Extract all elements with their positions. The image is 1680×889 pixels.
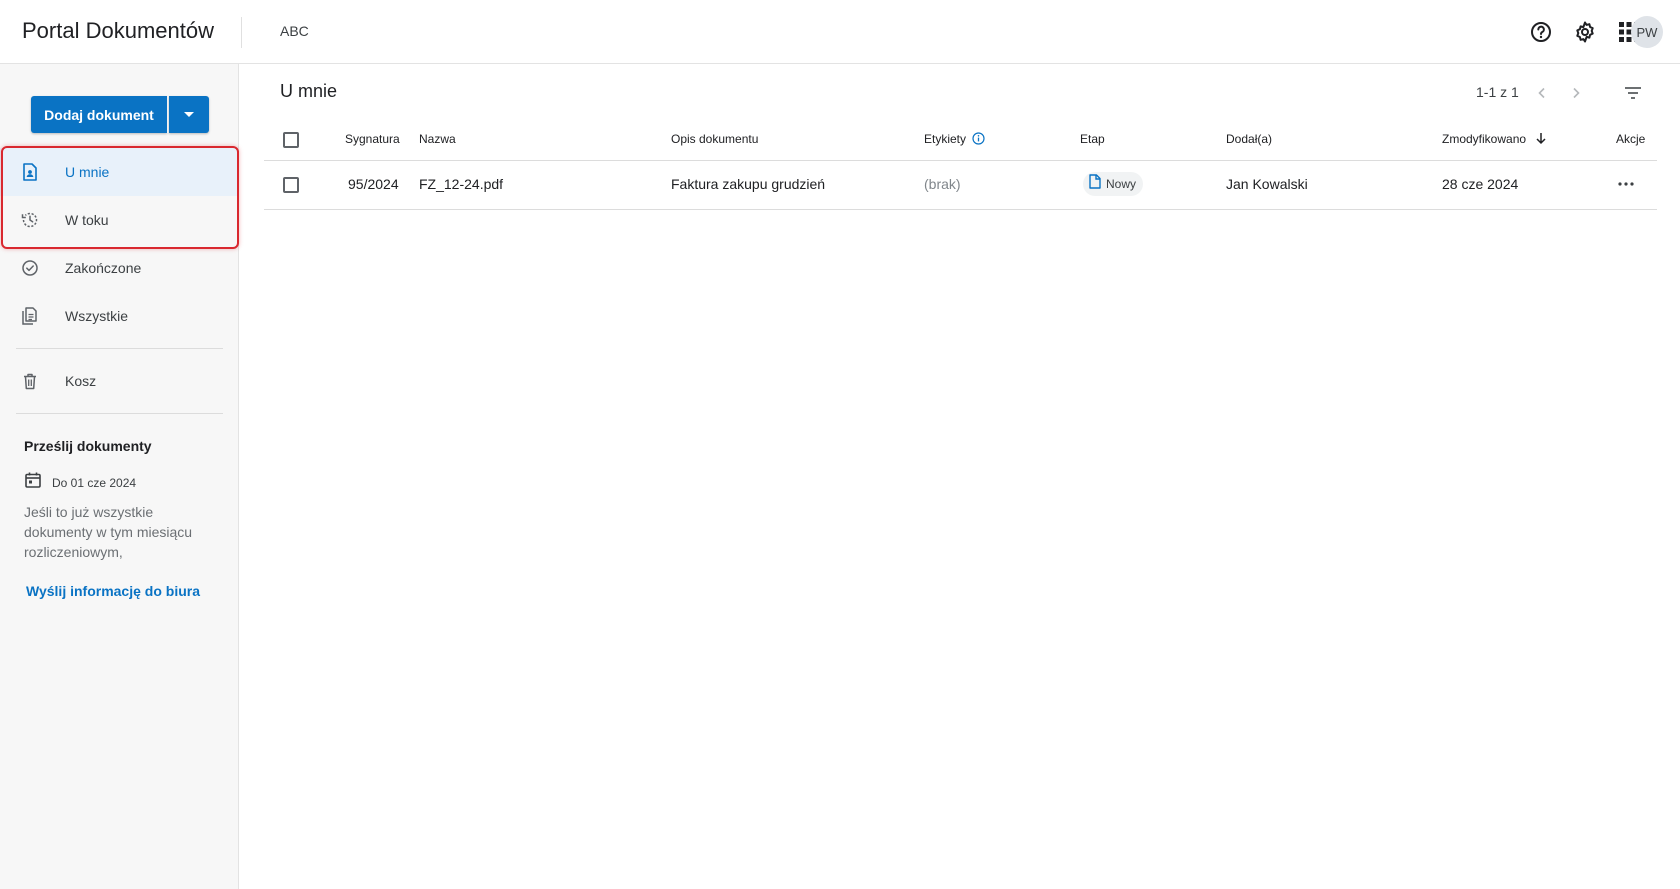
history-clock-icon (18, 208, 42, 232)
column-header-label: Zmodyfikowano (1442, 132, 1527, 146)
top-bar: Portal Dokumentów ABC PW (0, 0, 1680, 64)
chevron-left-icon[interactable] (1529, 80, 1555, 106)
cell-description: Faktura zakupu grudzień (671, 176, 826, 192)
help-icon[interactable] (1529, 20, 1553, 44)
column-header-label: Etykiety (924, 132, 967, 146)
check-circle-icon (18, 256, 42, 280)
avatar[interactable]: PW (1631, 16, 1663, 48)
company-name: ABC (280, 23, 309, 39)
select-all-checkbox[interactable] (283, 132, 299, 148)
column-header-actions: Akcje (1616, 132, 1646, 146)
sidebar-item-w-toku[interactable]: W toku (0, 196, 238, 244)
sidebar-item-wszystkie[interactable]: Wszystkie (0, 292, 238, 340)
column-header-added-by[interactable]: Dodał(a) (1226, 132, 1272, 146)
arrow-down-icon[interactable] (1535, 132, 1547, 148)
add-document-dropdown-button[interactable] (169, 96, 209, 133)
filter-icon[interactable] (1620, 80, 1646, 106)
stage-label: Nowy (1106, 177, 1137, 191)
more-actions-icon[interactable] (1614, 176, 1638, 192)
send-info-link[interactable]: Wyślij informację do biura (26, 583, 200, 599)
column-header-modified[interactable]: Zmodyfikowano (1442, 132, 1547, 148)
chevron-right-icon[interactable] (1563, 80, 1589, 106)
row-checkbox[interactable] (283, 177, 299, 193)
pagination-label: 1-1 z 1 (1476, 84, 1519, 100)
caret-down-icon (184, 112, 194, 117)
info-icon[interactable] (972, 132, 985, 148)
person-document-icon (18, 160, 42, 184)
column-header-stage[interactable]: Etap (1080, 132, 1105, 146)
sidebar-item-label: W toku (65, 212, 109, 228)
sidebar-divider (16, 413, 223, 414)
sidebar-item-label: Zakończone (65, 260, 142, 276)
sidebar-item-label: Kosz (65, 373, 97, 389)
table-header-divider (264, 160, 1657, 161)
due-date-row: Do 01 cze 2024 (24, 471, 136, 494)
cell-added-by: Jan Kowalski (1226, 176, 1308, 192)
document-icon (1089, 174, 1101, 194)
column-header-name[interactable]: Nazwa (419, 132, 456, 146)
table-row-divider (264, 209, 1657, 210)
app-title[interactable]: Portal Dokumentów (22, 18, 214, 44)
sidebar-item-label: U mnie (65, 164, 110, 180)
sidebar-item-label: Wszystkie (65, 308, 128, 324)
due-date-label: Do 01 cze 2024 (52, 475, 137, 490)
header-divider (241, 17, 242, 48)
column-header-description[interactable]: Opis dokumentu (671, 132, 758, 146)
cell-name[interactable]: FZ_12-24.pdf (419, 176, 503, 192)
sidebar-item-u-mnie[interactable]: U mnie (0, 148, 238, 196)
gear-icon[interactable] (1573, 20, 1597, 44)
cell-labels: (brak) (924, 176, 961, 192)
add-document-button[interactable]: Dodaj dokument (31, 96, 167, 133)
cell-modified: 28 cze 2024 (1442, 176, 1519, 192)
cell-signature: 95/2024 (348, 176, 399, 192)
stage-chip: Nowy (1083, 172, 1144, 196)
trash-icon (18, 369, 42, 393)
add-document-group: Dodaj dokument (31, 96, 209, 133)
column-header-signature[interactable]: Sygnatura (345, 132, 400, 146)
sidebar-item-zakonczone[interactable]: Zakończone (0, 244, 238, 292)
documents-stack-icon (18, 304, 42, 328)
send-documents-title: Prześlij dokumenty (24, 438, 152, 454)
sidebar-divider (16, 348, 223, 349)
calendar-icon (24, 471, 42, 494)
send-description: Jeśli to już wszystkie dokumenty w tym m… (24, 504, 193, 560)
sidebar-item-kosz[interactable]: Kosz (0, 357, 238, 405)
page-title: U mnie (280, 81, 338, 101)
column-header-labels[interactable]: Etykiety (924, 132, 985, 148)
